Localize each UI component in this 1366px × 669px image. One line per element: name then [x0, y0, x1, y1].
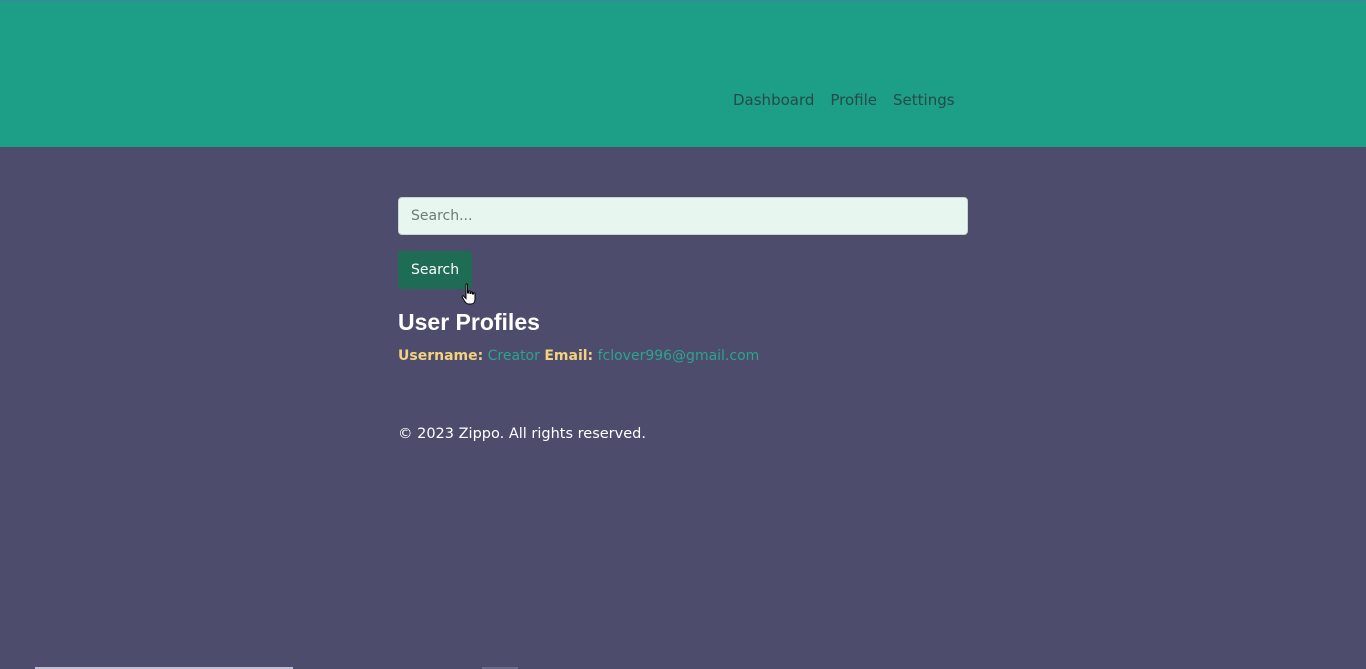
footer-copyright: © 2023 Zippo. All rights reserved.	[398, 426, 646, 442]
main-nav: Dashboard Profile Settings	[733, 91, 955, 109]
username-value: Creator	[487, 348, 540, 364]
main-content: Search User Profiles Username: Creator E…	[398, 197, 968, 442]
nav-profile-link[interactable]: Profile	[830, 91, 877, 109]
email-value: fclover996@gmail.com	[597, 348, 760, 364]
hand-pointer-icon	[461, 283, 476, 305]
username-label: Username:	[398, 348, 484, 364]
search-input[interactable]	[398, 197, 968, 235]
nav-dashboard-link[interactable]: Dashboard	[733, 91, 814, 109]
user-profiles-heading: User Profiles	[398, 309, 540, 335]
nav-settings-link[interactable]: Settings	[893, 91, 955, 109]
email-label: Email:	[544, 348, 594, 364]
user-profile-entry: Username: Creator Email: fclover996@gmai…	[398, 348, 968, 364]
site-header: Dashboard Profile Settings	[0, 1, 1366, 147]
